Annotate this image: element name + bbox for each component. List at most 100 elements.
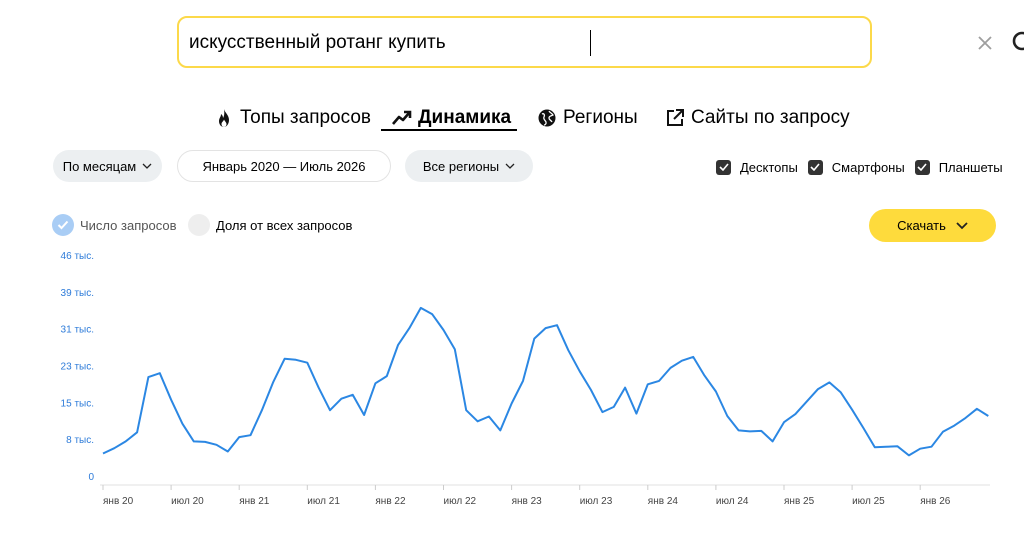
data-point[interactable] xyxy=(838,389,844,395)
data-point[interactable] xyxy=(565,347,571,353)
data-point[interactable] xyxy=(747,428,753,434)
data-point[interactable] xyxy=(248,432,254,438)
data-point[interactable] xyxy=(486,413,492,419)
data-point[interactable] xyxy=(236,434,242,440)
tab-top-queries[interactable]: Топы запросов xyxy=(214,103,371,133)
data-point[interactable] xyxy=(327,407,333,413)
search-box[interactable] xyxy=(177,16,1024,68)
data-point[interactable] xyxy=(883,444,889,450)
data-point[interactable] xyxy=(338,396,344,402)
date-range-picker[interactable]: Январь 2020 — Июль 2026 xyxy=(177,150,391,182)
data-point[interactable] xyxy=(826,379,832,385)
data-point[interactable] xyxy=(679,358,685,364)
data-point[interactable] xyxy=(633,411,639,417)
data-point[interactable] xyxy=(270,379,276,385)
radio-share[interactable]: Доля от всех запросов xyxy=(188,213,352,237)
clear-search-button[interactable] xyxy=(973,30,997,56)
data-point[interactable] xyxy=(668,365,674,371)
data-point[interactable] xyxy=(361,412,367,418)
data-point[interactable] xyxy=(259,407,265,413)
data-point[interactable] xyxy=(384,373,390,379)
data-point[interactable] xyxy=(441,327,447,333)
data-point[interactable] xyxy=(985,413,991,419)
data-point[interactable] xyxy=(781,419,787,425)
data-point[interactable] xyxy=(554,322,560,328)
data-point[interactable] xyxy=(395,342,401,348)
data-point[interactable] xyxy=(429,311,435,317)
data-point[interactable] xyxy=(963,415,969,421)
data-point[interactable] xyxy=(406,325,412,331)
data-point[interactable] xyxy=(929,444,935,450)
data-point[interactable] xyxy=(860,425,866,431)
data-point[interactable] xyxy=(372,380,378,386)
data-point[interactable] xyxy=(179,421,185,427)
data-point[interactable] xyxy=(690,354,696,360)
data-point[interactable] xyxy=(974,406,980,412)
data-point[interactable] xyxy=(520,378,526,384)
data-point[interactable] xyxy=(157,370,163,376)
data-point[interactable] xyxy=(418,305,424,311)
data-point[interactable] xyxy=(917,446,923,452)
data-point[interactable] xyxy=(145,374,151,380)
chevron-down-icon xyxy=(142,163,152,169)
data-point[interactable] xyxy=(645,381,651,387)
data-point[interactable] xyxy=(452,346,458,352)
data-point[interactable] xyxy=(951,423,957,429)
data-point[interactable] xyxy=(611,404,617,410)
data-point[interactable] xyxy=(316,385,322,391)
data-point[interactable] xyxy=(804,399,810,405)
tab-regions[interactable]: Регионы xyxy=(537,103,638,133)
checkbox-desktops[interactable]: Десктопы xyxy=(716,159,798,175)
period-group-select[interactable]: По месяцам xyxy=(53,150,162,182)
data-point[interactable] xyxy=(282,356,288,362)
data-point[interactable] xyxy=(940,429,946,435)
data-point[interactable] xyxy=(350,392,356,398)
data-point[interactable] xyxy=(134,429,140,435)
data-point[interactable] xyxy=(531,336,537,342)
data-point[interactable] xyxy=(202,439,208,445)
regions-select[interactable]: Все регионы xyxy=(405,150,533,182)
data-point[interactable] xyxy=(463,407,469,413)
tab-sites[interactable]: Сайты по запросу xyxy=(665,103,850,133)
data-point[interactable] xyxy=(622,385,628,391)
data-point[interactable] xyxy=(588,387,594,393)
data-point[interactable] xyxy=(724,413,730,419)
data-point[interactable] xyxy=(475,418,481,424)
radio-query-count[interactable]: Число запросов xyxy=(52,213,176,237)
data-point[interactable] xyxy=(168,397,174,403)
data-point[interactable] xyxy=(293,357,299,363)
data-point[interactable] xyxy=(736,427,742,433)
data-point[interactable] xyxy=(225,449,231,455)
checkbox-smartphones[interactable]: Смартфоны xyxy=(807,159,905,175)
data-point[interactable] xyxy=(304,360,310,366)
data-point[interactable] xyxy=(111,445,117,451)
data-point[interactable] xyxy=(713,388,719,394)
data-point[interactable] xyxy=(906,452,912,458)
data-point[interactable] xyxy=(770,438,776,444)
download-button[interactable]: Скачать xyxy=(869,209,996,242)
data-point[interactable] xyxy=(577,368,583,374)
data-point[interactable] xyxy=(702,373,708,379)
data-point[interactable] xyxy=(497,427,503,433)
data-point[interactable] xyxy=(792,411,798,417)
regions-value: Все регионы xyxy=(422,158,500,174)
x-tick-label: янв 25 xyxy=(784,496,815,507)
data-point[interactable] xyxy=(758,428,764,434)
data-point[interactable] xyxy=(100,450,106,456)
data-point[interactable] xyxy=(543,325,549,331)
data-point[interactable] xyxy=(123,438,129,444)
search-input[interactable] xyxy=(189,30,769,56)
data-point[interactable] xyxy=(895,443,901,449)
checkbox-tablets[interactable]: Планшеты xyxy=(914,159,1003,175)
tab-label: Регионы xyxy=(563,107,638,128)
data-point[interactable] xyxy=(214,442,220,448)
data-point[interactable] xyxy=(599,409,605,415)
data-point[interactable] xyxy=(872,444,878,450)
search-button[interactable] xyxy=(1009,28,1024,58)
data-point[interactable] xyxy=(191,438,197,444)
data-point[interactable] xyxy=(849,407,855,413)
data-point[interactable] xyxy=(509,400,515,406)
data-point[interactable] xyxy=(815,386,821,392)
y-tick-label: 8 тыс. xyxy=(66,435,94,446)
data-point[interactable] xyxy=(656,378,662,384)
